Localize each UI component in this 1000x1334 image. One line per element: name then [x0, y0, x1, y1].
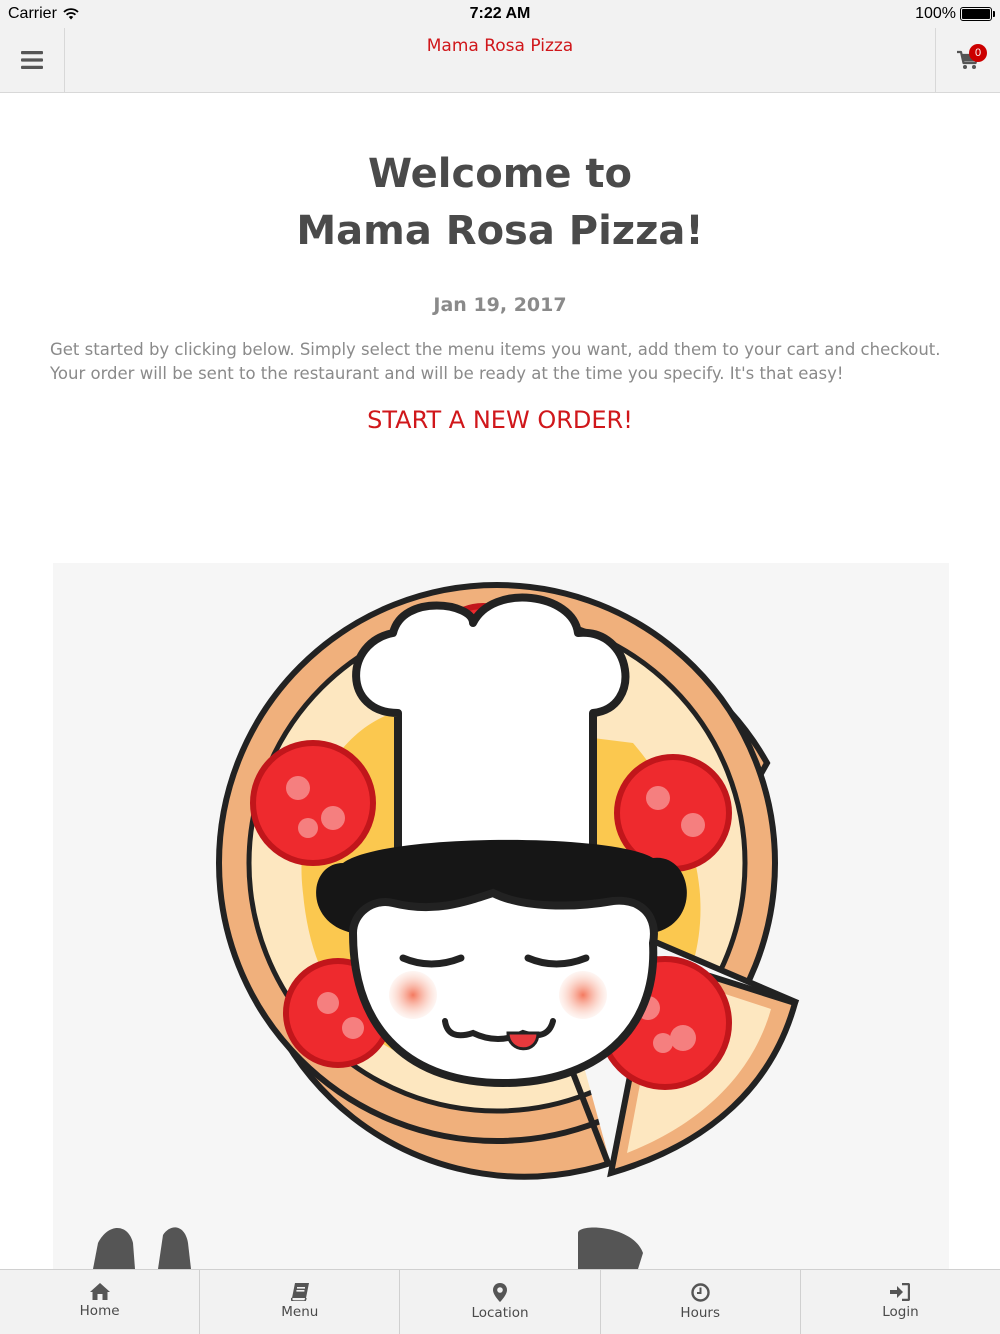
tab-login-label: Login: [882, 1304, 919, 1320]
intro-text: Get started by clicking below. Simply se…: [50, 340, 941, 383]
tab-location-label: Location: [471, 1305, 529, 1321]
cart-button[interactable]: 0: [935, 28, 1000, 92]
tab-hours-label: Hours: [680, 1305, 720, 1321]
status-bar: Carrier 7:22 AM 100%: [0, 0, 1000, 28]
bottom-tab-bar: Home Menu Location Hours Login: [0, 1269, 1000, 1334]
chef-pizza-logo-image: [93, 582, 800, 1269]
tab-location[interactable]: Location: [400, 1270, 601, 1334]
restaurant-logo: [53, 563, 949, 1269]
hamburger-icon: [21, 51, 43, 69]
map-pin-icon: [493, 1283, 507, 1302]
tab-menu-label: Menu: [281, 1304, 319, 1320]
tab-home-label: Home: [79, 1303, 120, 1319]
tab-hours[interactable]: Hours: [601, 1270, 801, 1334]
status-right: 100%: [915, 5, 995, 23]
start-new-order-link[interactable]: START A NEW ORDER!: [0, 406, 1000, 434]
header-title: Mama Rosa Pizza: [426, 36, 574, 56]
welcome-heading: Welcome to Mama Rosa Pizza!: [0, 146, 1000, 260]
status-time: 7:22 AM: [469, 5, 531, 22]
app-header: Mama Rosa Pizza 0: [0, 28, 1000, 93]
welcome-line-2: Mama Rosa Pizza!: [296, 208, 704, 254]
cart-count-badge: 0: [969, 44, 987, 62]
battery-icon: [960, 7, 995, 21]
clock-icon: [691, 1283, 710, 1302]
hamburger-menu-button[interactable]: [0, 28, 65, 92]
book-icon: [290, 1283, 309, 1301]
tab-login[interactable]: Login: [801, 1270, 1000, 1334]
home-icon: [89, 1283, 110, 1300]
welcome-line-1: Welcome to: [367, 151, 633, 197]
battery-percent: 100%: [915, 5, 956, 22]
tab-menu[interactable]: Menu: [200, 1270, 401, 1334]
date-label: Jan 19, 2017: [433, 294, 567, 316]
tab-home[interactable]: Home: [0, 1270, 201, 1334]
sign-in-icon: [890, 1283, 911, 1301]
